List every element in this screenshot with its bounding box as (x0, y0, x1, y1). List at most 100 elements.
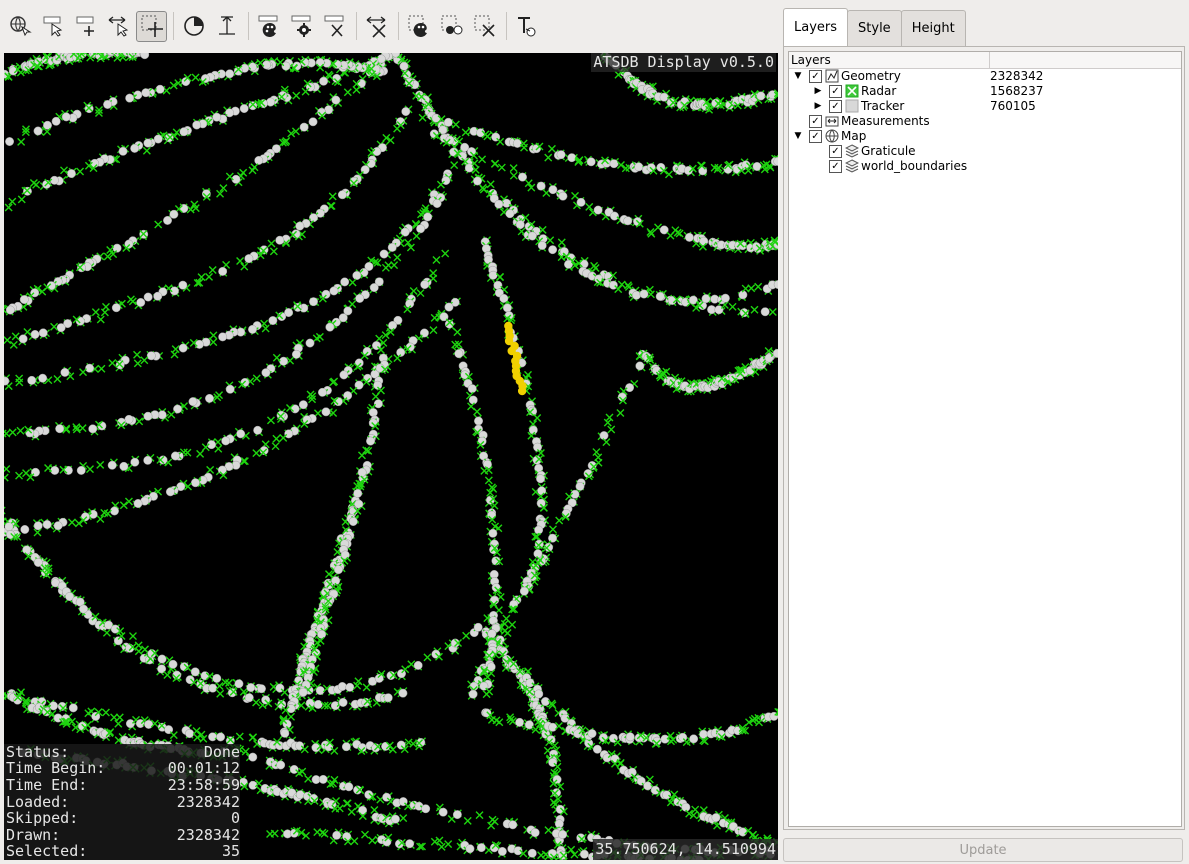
tracker-plot (168, 659, 178, 669)
tree-item-radar[interactable]: ▶ ✓ Radar 1568237 (789, 84, 1181, 99)
toolbar-separator (356, 12, 357, 40)
radar-plot (16, 426, 25, 435)
radar-plot (154, 220, 163, 229)
style-button[interactable] (253, 11, 284, 42)
layer-checkbox[interactable]: ✓ (829, 145, 842, 158)
map-canvas[interactable] (4, 53, 778, 860)
radar-plot (252, 449, 261, 458)
radar-plot (475, 811, 484, 820)
expanded-arrow-icon[interactable]: ▼ (793, 69, 803, 84)
radar-plot (669, 735, 678, 744)
layer-checkbox[interactable]: ✓ (809, 70, 822, 83)
tree-header-name[interactable]: Layers (789, 52, 990, 68)
status-value: 00:01:12 (167, 759, 240, 778)
select-tool-button[interactable] (37, 11, 68, 42)
tracker-plot (190, 478, 200, 488)
tab-height[interactable]: Height (900, 10, 966, 46)
radar-plot (393, 124, 402, 133)
radar-plot (605, 413, 614, 422)
radar-plot (96, 460, 105, 469)
layer-checkbox[interactable]: ✓ (829, 160, 842, 173)
radar-plot (416, 289, 425, 298)
radar-plot (50, 322, 59, 331)
radar-plot (614, 285, 623, 294)
height-filter-button[interactable] (211, 11, 242, 42)
delete-selection-button[interactable] (469, 11, 500, 42)
radar-plot (102, 628, 111, 637)
radar-plot (451, 120, 460, 129)
collapsed-arrow-icon[interactable]: ▶ (813, 84, 823, 99)
tab-style[interactable]: Style (847, 10, 902, 46)
radar-plot (371, 392, 380, 401)
crosshair-select-button[interactable] (136, 10, 167, 42)
radar-plot (747, 284, 756, 293)
radar-plot (603, 418, 612, 427)
tracker-plot (299, 122, 309, 132)
expanded-arrow-icon[interactable]: ▼ (793, 129, 803, 144)
tab-layers[interactable]: Layers (783, 8, 849, 46)
tree-item-graticule[interactable]: ✓ Graticule (789, 144, 1181, 159)
tracker-plot (118, 146, 128, 156)
layer-checkbox[interactable]: ✓ (809, 130, 822, 143)
status-row: Time Begin: 00:01:12 (6, 760, 240, 777)
tree-item-tracker[interactable]: ▶ ✓ Tracker 760105 (789, 99, 1181, 114)
radar-plot (646, 290, 655, 299)
tracker-plot (225, 69, 235, 79)
layer-checkbox[interactable]: ✓ (829, 100, 842, 113)
tracker-plot (502, 303, 512, 313)
radar-plot (388, 745, 397, 754)
panel-tabs: Layers Style Height (783, 8, 1185, 46)
time-icon (183, 16, 204, 36)
tree-item-map[interactable]: ▼ ✓ Map (789, 129, 1181, 144)
tracker-plot (309, 297, 318, 307)
deselect-button[interactable] (361, 11, 392, 42)
radar-plot (79, 368, 88, 377)
tree-item-geometry[interactable]: ▼ ✓ Geometry 2328342 (789, 69, 1181, 84)
update-button[interactable]: Update (783, 838, 1183, 862)
tracker-plot (488, 270, 498, 280)
toolbar-separator (398, 12, 399, 40)
tracker-plot (321, 407, 331, 417)
tree-header-value[interactable] (990, 52, 1181, 68)
navigate-button[interactable] (103, 11, 134, 42)
layer-checkbox[interactable]: ✓ (809, 115, 822, 128)
layer-tree[interactable]: Layers ▼ ✓ Geometry 2328342 ▶ ✓ Radar 1568237 ▶ ✓… (788, 51, 1182, 827)
globe-hand-button[interactable] (4, 11, 35, 42)
radar-plot (214, 444, 223, 453)
settings-button[interactable] (286, 11, 317, 42)
tracker-plot (587, 729, 597, 738)
radar-plot (236, 257, 245, 266)
time-button[interactable] (178, 11, 209, 42)
radar-plot (602, 438, 611, 447)
tracker-plot (33, 126, 43, 136)
tracker-plot (19, 295, 29, 304)
collapsed-arrow-icon[interactable]: ▶ (813, 99, 823, 114)
tracker-plot (248, 324, 257, 334)
radar-plot (570, 850, 579, 859)
text-tool-button[interactable] (511, 11, 542, 42)
clear-style-button[interactable] (319, 11, 350, 42)
tracker-plot (5, 305, 15, 315)
radar-plot (4, 473, 9, 482)
tree-item-world-boundaries[interactable]: ✓ world_boundaries (789, 159, 1181, 174)
select-points-button[interactable] (436, 11, 467, 42)
tracker-plot (564, 259, 573, 269)
layer-checkbox[interactable]: ✓ (829, 85, 842, 98)
tree-item-label: Radar (861, 84, 897, 98)
radar-plot (280, 688, 289, 697)
radar-plot (269, 247, 278, 256)
tracker-plot (133, 499, 143, 508)
tracker-plot (315, 686, 325, 695)
select-color-button[interactable] (403, 11, 434, 42)
tracker-plot (635, 361, 645, 371)
radar-plot (133, 359, 142, 368)
tracker-plot (338, 697, 348, 707)
tree-item-measurements[interactable]: ✓ Measurements (789, 114, 1181, 129)
tracker-plot (505, 209, 515, 219)
status-value: 35 (221, 842, 240, 860)
tracker-plot (308, 117, 318, 127)
radar-plot (205, 272, 214, 281)
map-view[interactable]: ATSDB Display v0.5.0 Status: Done Time Beg… (4, 53, 778, 860)
add-select-button[interactable] (70, 11, 101, 42)
tracker-plot (474, 416, 483, 426)
